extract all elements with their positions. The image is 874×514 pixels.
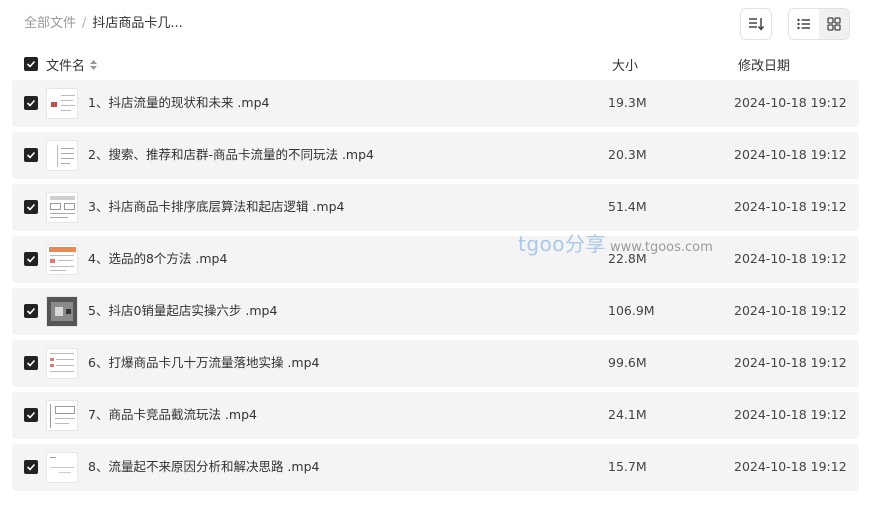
file-date: 2024-10-18 19:12	[734, 251, 847, 266]
file-row[interactable]: 6、打爆商品卡几十万流量落地实操 .mp4 99.6M 2024-10-18 1…	[12, 340, 859, 387]
file-list-header: 文件名 大小 修改日期	[0, 52, 874, 76]
file-row[interactable]: 8、流量起不来原因分析和解决思路 .mp4 15.7M 2024-10-18 1…	[12, 444, 859, 491]
file-size: 20.3M	[608, 147, 647, 162]
file-row[interactable]: 1、抖店流量的现状和未来 .mp4 19.3M 2024-10-18 19:12	[12, 80, 859, 127]
check-icon	[26, 151, 36, 159]
file-row[interactable]: 2、搜索、推荐和店群-商品卡流量的不同玩法 .mp4 20.3M 2024-10…	[12, 132, 859, 179]
sort-button[interactable]	[740, 8, 772, 40]
file-date: 2024-10-18 19:12	[734, 459, 847, 474]
file-date: 2024-10-18 19:12	[734, 355, 847, 370]
file-size: 24.1M	[608, 407, 647, 422]
row-checkbox[interactable]	[24, 96, 38, 110]
video-thumbnail	[46, 452, 78, 483]
grid-view-icon	[827, 17, 841, 31]
file-row[interactable]: 7、商品卡竞品截流玩法 .mp4 24.1M 2024-10-18 19:12	[12, 392, 859, 439]
file-name: 1、抖店流量的现状和未来 .mp4	[88, 95, 270, 110]
column-header-date[interactable]: 修改日期	[738, 55, 790, 74]
grid-view-button[interactable]	[819, 9, 849, 39]
check-icon	[26, 307, 36, 315]
file-size: 15.7M	[608, 459, 647, 474]
file-date: 2024-10-18 19:12	[734, 407, 847, 422]
file-name: 7、商品卡竞品截流玩法 .mp4	[88, 407, 257, 422]
row-checkbox[interactable]	[24, 408, 38, 422]
video-thumbnail	[46, 348, 78, 379]
video-thumbnail	[46, 88, 78, 119]
file-date: 2024-10-18 19:12	[734, 199, 847, 214]
file-date: 2024-10-18 19:12	[734, 95, 847, 110]
file-name: 2、搜索、推荐和店群-商品卡流量的不同玩法 .mp4	[88, 147, 374, 162]
file-size: 19.3M	[608, 95, 647, 110]
file-date: 2024-10-18 19:12	[734, 147, 847, 162]
list-view-icon	[797, 18, 810, 30]
file-size: 99.6M	[608, 355, 647, 370]
file-name: 8、流量起不来原因分析和解决思路 .mp4	[88, 459, 320, 474]
sort-icon	[749, 18, 764, 31]
row-checkbox[interactable]	[24, 200, 38, 214]
row-checkbox[interactable]	[24, 304, 38, 318]
sort-caret-icon	[90, 59, 98, 70]
column-header-name-label: 文件名	[46, 59, 86, 74]
file-name: 3、抖店商品卡排序底层算法和起店逻辑 .mp4	[88, 199, 345, 214]
file-name: 6、打爆商品卡几十万流量落地实操 .mp4	[88, 355, 320, 370]
video-thumbnail	[46, 140, 78, 171]
breadcrumb: 全部文件 / 抖店商品卡几...	[24, 14, 183, 34]
column-header-name[interactable]: 文件名	[46, 55, 98, 74]
select-all-checkbox[interactable]	[24, 57, 38, 71]
column-header-size[interactable]: 大小	[612, 55, 638, 74]
check-icon	[26, 99, 36, 107]
file-row[interactable]: 3、抖店商品卡排序底层算法和起店逻辑 .mp4 51.4M 2024-10-18…	[12, 184, 859, 231]
check-icon	[26, 463, 36, 471]
row-checkbox[interactable]	[24, 356, 38, 370]
file-row[interactable]: 5、抖店0销量起店实操六步 .mp4 106.9M 2024-10-18 19:…	[12, 288, 859, 335]
video-thumbnail	[46, 192, 78, 223]
video-thumbnail	[46, 296, 78, 327]
video-thumbnail	[46, 400, 78, 431]
file-name: 4、选品的8个方法 .mp4	[88, 251, 228, 266]
file-name: 5、抖店0销量起店实操六步 .mp4	[88, 303, 278, 318]
check-icon	[26, 203, 36, 211]
breadcrumb-root-link[interactable]: 全部文件	[24, 14, 76, 34]
list-view-button[interactable]	[789, 9, 819, 39]
check-icon	[26, 60, 36, 68]
check-icon	[26, 411, 36, 419]
top-bar: 全部文件 / 抖店商品卡几...	[0, 0, 874, 48]
check-icon	[26, 255, 36, 263]
breadcrumb-separator: /	[82, 16, 87, 31]
file-size: 22.8M	[608, 251, 647, 266]
file-size: 106.9M	[608, 303, 655, 318]
row-checkbox[interactable]	[24, 252, 38, 266]
row-checkbox[interactable]	[24, 460, 38, 474]
file-size: 51.4M	[608, 199, 647, 214]
row-checkbox[interactable]	[24, 148, 38, 162]
file-date: 2024-10-18 19:12	[734, 303, 847, 318]
file-row[interactable]: 4、选品的8个方法 .mp4 22.8M 2024-10-18 19:12	[12, 236, 859, 283]
file-list: 1、抖店流量的现状和未来 .mp4 19.3M 2024-10-18 19:12…	[12, 80, 859, 496]
view-toggle	[788, 8, 850, 40]
check-icon	[26, 359, 36, 367]
video-thumbnail	[46, 244, 78, 275]
breadcrumb-current-folder: 抖店商品卡几...	[92, 16, 183, 31]
